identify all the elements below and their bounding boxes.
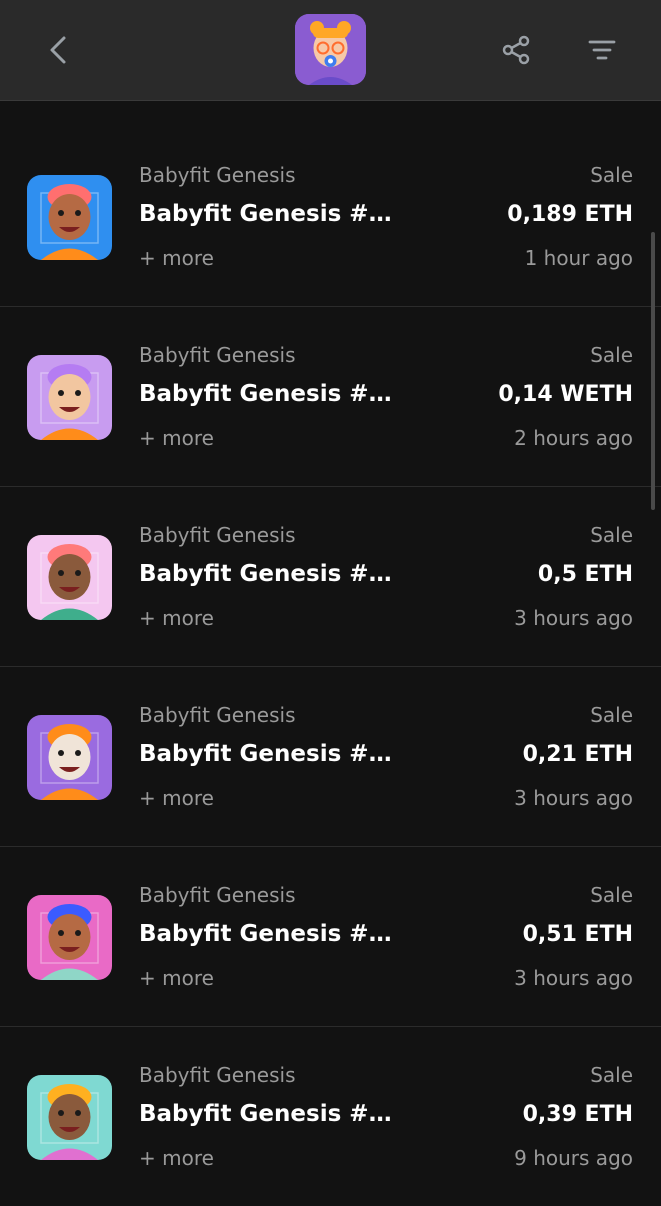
nft-thumbnail[interactable] xyxy=(27,895,112,980)
more-link[interactable]: + more xyxy=(139,606,214,630)
nft-name[interactable]: Babyfit Genesis #14... xyxy=(139,741,401,767)
app-header xyxy=(0,0,661,101)
nft-image xyxy=(27,715,112,800)
nft-thumbnail[interactable] xyxy=(27,535,112,620)
event-type: Sale xyxy=(590,883,633,907)
collection-avatar[interactable] xyxy=(295,14,366,85)
event-type: Sale xyxy=(590,703,633,727)
filter-icon xyxy=(588,40,616,60)
more-link[interactable]: + more xyxy=(139,966,214,990)
event-time: 3 hours ago xyxy=(514,786,633,810)
collection-avatar-image xyxy=(295,14,366,85)
sale-price: 0,5 ETH xyxy=(537,562,633,587)
sale-price: 0,51 ETH xyxy=(522,922,633,947)
activity-row[interactable]: Babyfit Genesis Babyfit Genesis #14... +… xyxy=(0,127,661,307)
nft-name[interactable]: Babyfit Genesis #10... xyxy=(139,921,401,947)
sale-price: 0,39 ETH xyxy=(522,1102,633,1127)
nft-thumbnail[interactable] xyxy=(27,175,112,260)
back-button[interactable] xyxy=(36,28,80,72)
event-type: Sale xyxy=(590,343,633,367)
event-type: Sale xyxy=(590,523,633,547)
event-type: Sale xyxy=(590,163,633,187)
nft-image xyxy=(27,1075,112,1160)
event-time: 3 hours ago xyxy=(514,966,633,990)
nft-image xyxy=(27,535,112,620)
activity-row[interactable]: Babyfit Genesis Babyfit Genesis #10... +… xyxy=(0,847,661,1027)
sale-price: 0,14 WETH xyxy=(498,382,633,407)
collection-name: Babyfit Genesis xyxy=(139,163,296,187)
activity-row[interactable]: Babyfit Genesis Babyfit Genesis #711 + m… xyxy=(0,307,661,487)
nft-image xyxy=(27,895,112,980)
event-time: 1 hour ago xyxy=(524,246,633,270)
nft-name[interactable]: Babyfit Genesis #14... xyxy=(139,561,401,587)
nft-name[interactable]: Babyfit Genesis #14... xyxy=(139,201,401,227)
collection-name: Babyfit Genesis xyxy=(139,1063,296,1087)
collection-name: Babyfit Genesis xyxy=(139,703,296,727)
event-time: 9 hours ago xyxy=(514,1146,633,1170)
collection-name: Babyfit Genesis xyxy=(139,523,296,547)
collection-name: Babyfit Genesis xyxy=(139,343,296,367)
nft-image xyxy=(27,355,112,440)
chevron-left-icon xyxy=(50,36,66,64)
share-button[interactable] xyxy=(494,28,538,72)
activity-row[interactable]: Babyfit Genesis Babyfit Genesis #14... +… xyxy=(0,1027,661,1206)
scrollbar[interactable] xyxy=(651,232,655,510)
nft-thumbnail[interactable] xyxy=(27,715,112,800)
filter-button[interactable] xyxy=(580,28,624,72)
more-link[interactable]: + more xyxy=(139,426,214,450)
event-time: 3 hours ago xyxy=(514,606,633,630)
more-link[interactable]: + more xyxy=(139,246,214,270)
nft-image xyxy=(27,175,112,260)
more-link[interactable]: + more xyxy=(139,1146,214,1170)
share-icon xyxy=(502,35,530,65)
sale-price: 0,21 ETH xyxy=(522,742,633,767)
nft-thumbnail[interactable] xyxy=(27,1075,112,1160)
more-link[interactable]: + more xyxy=(139,786,214,810)
event-type: Sale xyxy=(590,1063,633,1087)
collection-name: Babyfit Genesis xyxy=(139,883,296,907)
nft-thumbnail[interactable] xyxy=(27,355,112,440)
event-time: 2 hours ago xyxy=(514,426,633,450)
nft-name[interactable]: Babyfit Genesis #14... xyxy=(139,1101,401,1127)
activity-list: Babyfit Genesis Babyfit Genesis #14... +… xyxy=(0,127,661,1206)
activity-row[interactable]: Babyfit Genesis Babyfit Genesis #14... +… xyxy=(0,667,661,847)
activity-row[interactable]: Babyfit Genesis Babyfit Genesis #14... +… xyxy=(0,487,661,667)
nft-name[interactable]: Babyfit Genesis #711 xyxy=(139,381,401,407)
sale-price: 0,189 ETH xyxy=(507,202,633,227)
